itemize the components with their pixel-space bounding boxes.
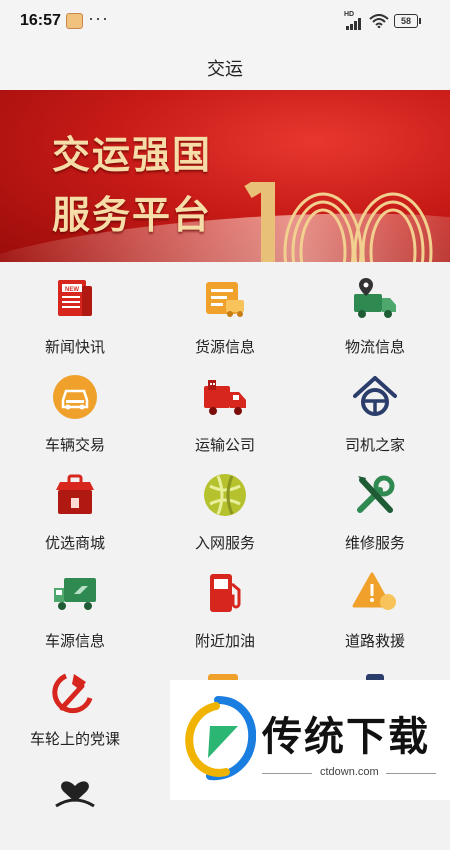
menu-item-car-trade[interactable]: 车辆交易 [0, 360, 150, 458]
menu-item-label: 道路救援 [344, 633, 405, 650]
menu-item-label: 物流信息 [344, 339, 405, 356]
road-rescue-icon [352, 572, 396, 610]
fuel-pump-icon [210, 574, 241, 612]
svg-text:NEW: NEW [65, 287, 79, 293]
menu-item-logistics[interactable]: 物流信息 [300, 262, 450, 360]
menu-item-cargo-source[interactable]: 货源信息 [150, 262, 300, 360]
mall-icon [56, 474, 94, 514]
menu-item-label: 新闻快讯 [44, 339, 105, 356]
repair-tools-icon [357, 475, 395, 513]
menu-item-mall[interactable]: 优选商城 [0, 458, 150, 556]
watermark-overlay: 传统下载 ctdown.com [170, 680, 450, 800]
cargo-source-icon [206, 282, 244, 317]
menu-item-network-service[interactable]: 入网服务 [150, 458, 300, 556]
centenary-100-emblem [244, 182, 433, 262]
car-trade-icon [53, 375, 97, 419]
menu-item-transport-company[interactable]: 运输公司 [150, 360, 300, 458]
menu-item-label: 入网服务 [194, 535, 255, 552]
page-title: 交运 [207, 59, 243, 79]
more-notifications-icon: ··· [88, 8, 109, 28]
party-emblem-icon [52, 673, 93, 714]
menu-item-label: 运输公司 [194, 437, 255, 454]
menu-item-vehicle-source[interactable]: 车源信息 [0, 556, 150, 654]
newspaper-icon: NEW [58, 280, 92, 316]
menu-item-label: 货源信息 [194, 339, 255, 356]
menu-item-label: 司机之家 [344, 437, 405, 454]
status-bar: 16:57 ··· HD 58 [0, 0, 450, 40]
banner-headline-2: 服务平台 [52, 192, 213, 237]
notification-app-icon [66, 13, 83, 29]
watermark-rule-right [386, 773, 436, 774]
driver-home-icon [353, 376, 397, 416]
watermark-rule-left [262, 773, 312, 774]
signal-icon [346, 18, 364, 30]
menu-item-label: 维修服务 [344, 535, 405, 552]
promo-banner[interactable]: 交运强国 服务平台 [0, 90, 450, 262]
menu-item-label: 车轮上的党课 [29, 731, 120, 748]
menu-item-partial-heart[interactable] [0, 752, 150, 850]
logistics-truck-icon [354, 278, 396, 318]
menu-item-label: 车辆交易 [44, 437, 105, 454]
watermark-brand: 传统下载 [262, 715, 430, 759]
vehicle-source-icon [54, 578, 96, 610]
hd-indicator: HD [344, 11, 355, 18]
wifi-icon [369, 14, 389, 28]
watermark-url: ctdown.com [320, 766, 379, 778]
menu-item-nearby-fuel[interactable]: 附近加油 [150, 556, 300, 654]
battery-indicator: 58 [394, 14, 421, 28]
clock: 16:57 [20, 12, 61, 29]
menu-item-label: 附近加油 [194, 633, 255, 650]
menu-item-road-rescue[interactable]: 道路救援 [300, 556, 450, 654]
watermark-logo-icon [185, 696, 256, 781]
network-service-icon [204, 474, 246, 516]
menu-item-driver-home[interactable]: 司机之家 [300, 360, 450, 458]
banner-headline-1: 交运强国 [52, 132, 213, 177]
menu-item-party-class[interactable]: 车轮上的党课 [0, 654, 150, 752]
transport-company-icon [204, 380, 246, 415]
menu-item-repair[interactable]: 维修服务 [300, 458, 450, 556]
menu-item-label: 车源信息 [44, 633, 105, 650]
heart-hands-icon [55, 781, 95, 808]
menu-item-label: 优选商城 [44, 535, 105, 552]
menu-item-news[interactable]: NEW 新闻快讯 [0, 262, 150, 360]
app-header: 交运 [0, 40, 450, 90]
